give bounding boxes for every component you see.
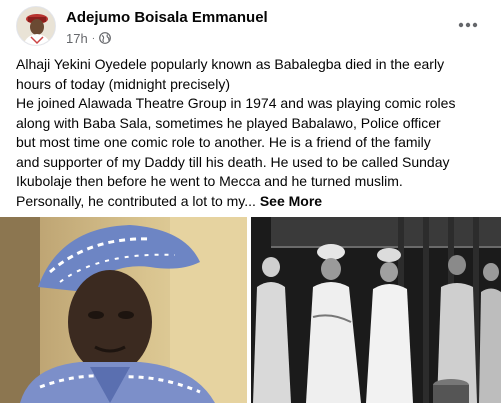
post-text-line: Ikubolaje then before he went to Mecca a…: [16, 173, 403, 189]
meta-separator: ·: [91, 32, 96, 44]
portrait-image: [0, 217, 247, 403]
post-text-line: He joined Alawada Theatre Group in 1974 …: [16, 95, 456, 111]
photo-grid: [0, 217, 501, 403]
author-name[interactable]: Adejumo Boisala Emmanuel: [66, 9, 268, 26]
post-text-line: and supporter of my Daddy till his death…: [16, 153, 450, 170]
post-meta: 17h ·: [66, 30, 111, 46]
post-body: Alhaji Yekini Oyedele popularly known as…: [16, 55, 494, 211]
photo-stage[interactable]: [251, 217, 501, 403]
post-text-line: but most time one comic role to another.…: [16, 134, 431, 150]
post-timestamp[interactable]: 17h: [66, 31, 88, 46]
post-text-line: Alhaji Yekini Oyedele popularly known as…: [16, 56, 445, 72]
more-options-icon: [458, 22, 478, 28]
post-text-line: along with Baba Sala, sometimes he playe…: [16, 114, 441, 131]
avatar-image: [17, 7, 55, 45]
avatar[interactable]: [16, 6, 56, 46]
photo-portrait[interactable]: [0, 217, 247, 403]
post-text-line: hours of today (midnight precisely): [16, 75, 230, 92]
post-header: Adejumo Boisala Emmanuel 17h ·: [0, 0, 501, 52]
more-options-button[interactable]: [455, 12, 481, 38]
post-text-truncated: Personally, he contributed a lot to my..…: [16, 192, 256, 209]
see-more-link[interactable]: See More: [260, 193, 322, 209]
post-text-line-last: Personally, he contributed a lot to my..…: [16, 192, 494, 212]
stage-image: [251, 217, 501, 403]
globe-icon: [99, 32, 111, 44]
